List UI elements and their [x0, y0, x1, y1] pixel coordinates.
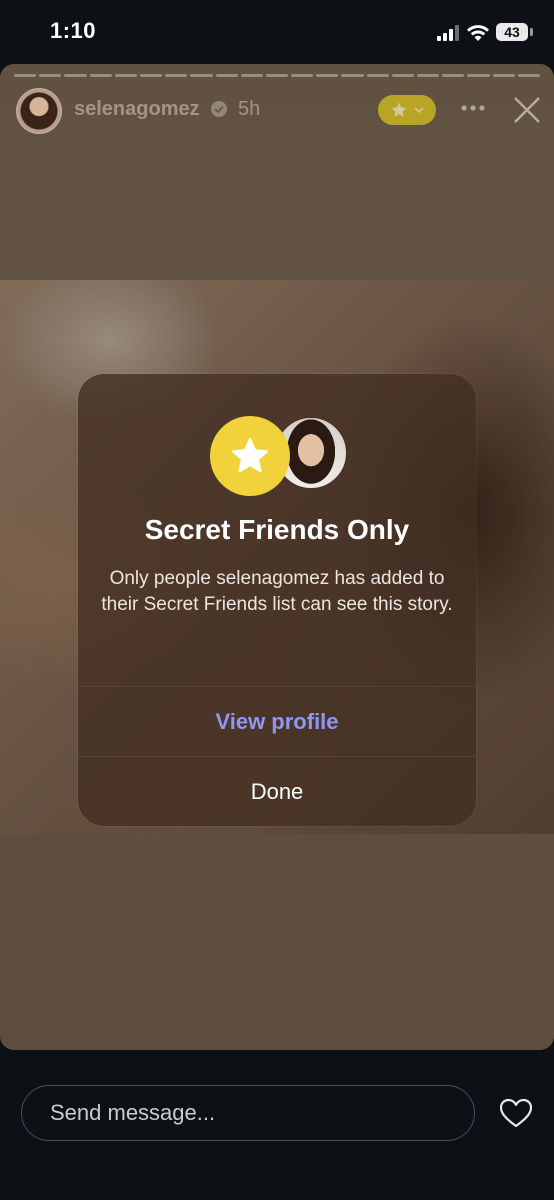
- heart-icon[interactable]: [499, 1098, 533, 1128]
- status-time: 1:10: [50, 18, 97, 43]
- story-progress-bar: [14, 74, 540, 77]
- progress-segment: [139, 74, 163, 77]
- secret-friends-badge[interactable]: [378, 95, 436, 125]
- progress-segment: [240, 74, 263, 77]
- progress-segment: [442, 74, 465, 77]
- progress-segment: [391, 74, 414, 77]
- progress-segment: [39, 74, 62, 77]
- story-time: 5h: [238, 98, 261, 120]
- story-username[interactable]: selenagomez: [74, 98, 200, 121]
- wifi-icon: [467, 25, 489, 41]
- dialog-message: Only people selenagomez has added to the…: [101, 568, 453, 615]
- progress-segment: [114, 74, 137, 77]
- screen: 1:10 43 selenagomez 5h Secret Friends On…: [0, 0, 554, 1200]
- progress-segment: [64, 74, 87, 77]
- progress-segment: [467, 74, 490, 77]
- close-icon[interactable]: [512, 95, 542, 125]
- star-icon: [391, 102, 407, 117]
- more-icon[interactable]: [460, 104, 486, 112]
- progress-segment: [265, 74, 289, 77]
- dialog-title: Secret Friends Only: [144, 514, 410, 545]
- send-message-input[interactable]: Send message...: [21, 1085, 475, 1141]
- avatar[interactable]: [16, 88, 62, 134]
- battery-icon: 43: [496, 23, 528, 41]
- progress-segment: [517, 74, 540, 77]
- progress-segment: [492, 74, 515, 77]
- progress-segment: [190, 74, 213, 77]
- star-icon: [232, 438, 268, 473]
- done-button[interactable]: Done: [78, 757, 476, 826]
- progress-segment: [341, 74, 364, 77]
- secret-friends-dialog: Secret Friends Only Only people selenago…: [78, 374, 476, 826]
- star-badge: [210, 416, 290, 496]
- progress-segment: [316, 74, 339, 77]
- chevron-down-icon: [414, 107, 424, 114]
- signal-icon: [437, 25, 459, 41]
- progress-segment: [14, 74, 37, 77]
- battery-tip: [530, 28, 533, 36]
- view-profile-button[interactable]: View profile: [78, 687, 476, 756]
- progress-segment: [165, 74, 188, 77]
- progress-segment: [291, 74, 314, 77]
- progress-segment: [215, 74, 238, 77]
- progress-segment: [366, 74, 389, 77]
- progress-segment: [89, 74, 112, 77]
- status-bar: 1:10 43: [0, 0, 554, 64]
- verified-icon: [211, 101, 227, 117]
- progress-segment: [417, 74, 440, 77]
